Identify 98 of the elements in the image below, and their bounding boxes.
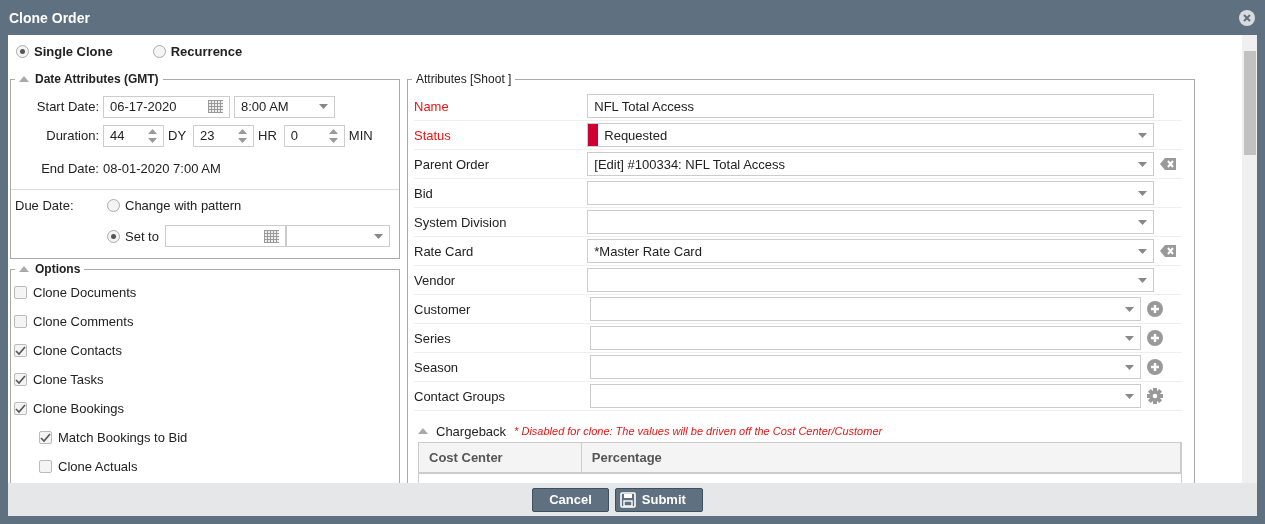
- cancel-button[interactable]: Cancel: [532, 487, 609, 512]
- caret-icon: [373, 233, 383, 239]
- time-dropdown[interactable]: 8:00 AM: [234, 95, 335, 118]
- column-header: Cost Center: [419, 443, 582, 472]
- date-field[interactable]: [164, 225, 286, 247]
- checkbox[interactable]: [14, 402, 27, 415]
- field-label: Season: [414, 359, 460, 375]
- window-title: Clone Order: [9, 9, 90, 26]
- caret-icon: [319, 104, 328, 109]
- caret-icon: [1138, 248, 1148, 254]
- column-header: Percentage: [581, 443, 1181, 472]
- close-icon[interactable]: [1239, 9, 1255, 26]
- checkbox-label: Clone Actuals: [58, 459, 138, 474]
- section-title: Attributes [Shoot ]: [416, 72, 512, 86]
- checkbox[interactable]: [14, 315, 27, 328]
- radio-label: Change with pattern: [125, 197, 242, 213]
- collapse-icon[interactable]: [19, 266, 29, 272]
- clear-icon[interactable]: [1160, 245, 1177, 257]
- field-label: Parent Order: [414, 156, 491, 172]
- section-title: Date Attributes (GMT): [35, 72, 159, 86]
- dropdown[interactable]: [590, 326, 1141, 350]
- radio-button[interactable]: [152, 45, 166, 58]
- dropdown[interactable]: [590, 384, 1141, 408]
- checkbox[interactable]: [39, 431, 52, 444]
- field-label: Start Date:: [35, 99, 99, 114]
- field-label: Bid: [414, 185, 434, 201]
- calendar-icon[interactable]: [263, 229, 279, 243]
- dropdown[interactable]: *Master Rate Card: [587, 239, 1155, 263]
- dropdown[interactable]: [590, 297, 1141, 321]
- checkbox[interactable]: [14, 286, 27, 299]
- save-icon: [619, 491, 636, 508]
- checkbox-label: Clone Bookings: [33, 401, 125, 416]
- section-title: Chargeback: [436, 423, 507, 439]
- radio-label: Recurrence: [170, 44, 243, 59]
- caret-icon: [1138, 161, 1148, 167]
- caret-icon: [1125, 364, 1134, 370]
- radio-button[interactable]: [107, 198, 120, 212]
- section-title: Options: [35, 262, 81, 276]
- field-label: Duration:: [45, 128, 99, 143]
- caret-icon: [1138, 277, 1148, 283]
- field-label: Customer: [414, 301, 472, 317]
- caret-icon: [1125, 335, 1134, 341]
- field-label: Name: [414, 98, 450, 114]
- number-field[interactable]: 44: [103, 124, 164, 147]
- date-field[interactable]: 06-17-2020: [103, 95, 230, 118]
- field-label: Due Date:: [15, 197, 75, 213]
- settings-icon[interactable]: [1147, 388, 1163, 404]
- radio-button[interactable]: [16, 45, 29, 58]
- dropdown[interactable]: [587, 181, 1155, 205]
- caret-icon: [1138, 219, 1148, 225]
- clear-icon[interactable]: [1160, 158, 1177, 170]
- field-label: End Date:: [40, 160, 99, 176]
- end-date-value: 08-01-2020 7:00 AM: [103, 160, 221, 176]
- field-label: Vendor: [414, 272, 457, 288]
- radio-label: Single Clone: [34, 44, 113, 59]
- unit-label: MIN: [348, 128, 373, 143]
- text-field[interactable]: NFL Total Access: [587, 94, 1155, 118]
- unit-label: HR: [258, 128, 277, 143]
- radio-label: Set to: [125, 228, 159, 244]
- caret-icon: [1125, 393, 1134, 399]
- checkbox-label: Clone Contacts: [33, 343, 122, 358]
- dropdown[interactable]: [587, 268, 1155, 292]
- dropdown[interactable]: [590, 355, 1141, 379]
- spinner-icon[interactable]: [238, 128, 248, 143]
- scrollbar-thumb[interactable]: [1243, 51, 1256, 155]
- dropdown[interactable]: [Edit] #100334: NFL Total Access: [587, 152, 1155, 176]
- checkbox[interactable]: [14, 344, 27, 357]
- caret-icon: [1138, 190, 1148, 196]
- calendar-icon[interactable]: [208, 100, 223, 113]
- add-icon[interactable]: [1147, 330, 1163, 346]
- add-icon[interactable]: [1147, 359, 1163, 375]
- field-label: Rate Card: [414, 243, 475, 259]
- checkbox-label: Match Bookings to Bid: [58, 430, 188, 445]
- field-label: System Division: [414, 214, 508, 230]
- time-dropdown[interactable]: [285, 225, 390, 247]
- checkbox-label: Clone Comments: [33, 314, 134, 329]
- number-field[interactable]: 23: [193, 124, 255, 147]
- checkbox[interactable]: [14, 373, 27, 386]
- dropdown[interactable]: Requested: [587, 123, 1155, 147]
- field-label: Series: [414, 330, 452, 346]
- field-label: Status: [414, 127, 452, 143]
- caret-icon: [1138, 132, 1148, 138]
- note-text: * Disabled for clone: The values will be driven off the Cost Center/Customer: [514, 425, 883, 437]
- collapse-icon[interactable]: [418, 428, 428, 434]
- collapse-icon[interactable]: [19, 76, 29, 82]
- spinner-icon[interactable]: [148, 128, 157, 143]
- caret-icon: [1125, 306, 1134, 312]
- dropdown[interactable]: [587, 210, 1155, 234]
- spinner-icon[interactable]: [328, 128, 338, 143]
- field-label: Contact Groups: [414, 388, 507, 404]
- submit-button[interactable]: Submit: [614, 487, 703, 512]
- unit-label: DY: [168, 128, 187, 143]
- checkbox[interactable]: [39, 460, 52, 473]
- number-field[interactable]: 0: [283, 124, 345, 147]
- add-icon[interactable]: [1147, 301, 1163, 317]
- checkbox-label: Clone Documents: [33, 285, 137, 300]
- radio-button[interactable]: [107, 229, 120, 243]
- checkbox-label: Clone Tasks: [33, 372, 104, 387]
